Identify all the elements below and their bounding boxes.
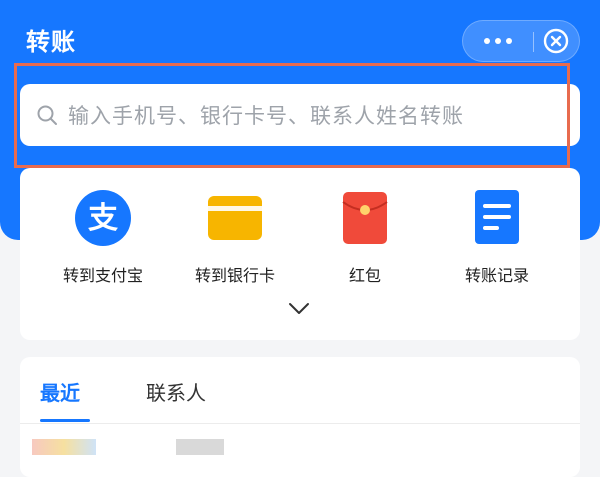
more-dots-icon xyxy=(484,38,490,44)
shortcut-transfer-to-alipay[interactable]: 支 转到支付宝 xyxy=(38,190,168,286)
red-packet-icon xyxy=(342,192,388,244)
list-item-avatar xyxy=(176,439,224,455)
tab-recent[interactable]: 最近 xyxy=(40,377,80,406)
tab-contacts[interactable]: 联系人 xyxy=(146,377,206,406)
svg-text:支: 支 xyxy=(88,201,118,236)
record-document-icon xyxy=(475,190,519,244)
capsule-divider xyxy=(533,32,534,52)
page-title: 转账 xyxy=(26,28,76,56)
alipay-icon: 支 xyxy=(75,190,131,246)
close-circle-icon[interactable] xyxy=(543,28,569,54)
shortcut-label: 转到支付宝 xyxy=(62,266,143,285)
shortcut-card: 支 转到支付宝 转到银行卡 红包 转账记录 xyxy=(20,168,580,340)
shortcut-label: 转到银行卡 xyxy=(194,266,275,285)
shortcut-label: 转账记录 xyxy=(464,266,529,285)
shortcut-label: 红包 xyxy=(348,266,381,285)
contacts-panel: 最近 联系人 xyxy=(20,357,580,477)
list-item-avatar xyxy=(32,439,96,455)
highlight-annotation-box xyxy=(14,63,570,168)
shortcut-transfer-to-bank-card[interactable]: 转到银行卡 xyxy=(170,190,300,286)
tab-divider xyxy=(20,423,580,424)
mini-program-capsule xyxy=(462,20,580,62)
shortcut-transfer-records[interactable]: 转账记录 xyxy=(432,190,562,286)
bank-card-icon xyxy=(208,196,262,240)
shortcut-red-packet[interactable]: 红包 xyxy=(300,190,430,286)
more-button[interactable] xyxy=(463,21,533,61)
active-tab-indicator xyxy=(40,419,90,422)
chevron-down-icon[interactable] xyxy=(288,302,310,316)
